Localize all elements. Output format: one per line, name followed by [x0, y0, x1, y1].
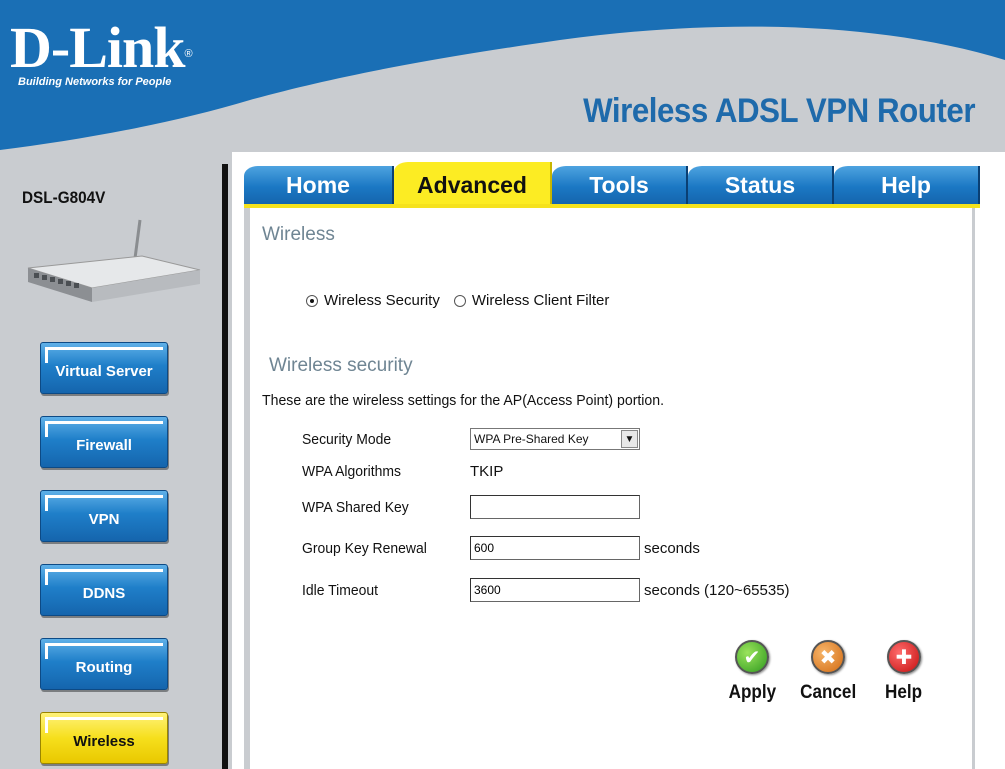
sidebar-item-label: Wireless: [73, 733, 135, 750]
tab-label: Advanced: [417, 172, 527, 198]
description-text: These are the wireless settings for the …: [262, 392, 665, 409]
tab-label: Home: [286, 172, 350, 198]
security-mode-label: Security Mode: [302, 430, 392, 448]
top-tab-bar: Home Advanced Tools Status Help: [244, 162, 980, 206]
security-mode-value: WPA Pre-Shared Key: [474, 432, 589, 446]
wpa-shared-key-label: WPA Shared Key: [302, 498, 409, 516]
subsection-heading: Wireless security: [269, 355, 413, 376]
group-key-renewal-input[interactable]: [470, 536, 640, 560]
cancel-button[interactable]: ✖ Cancel: [796, 640, 860, 704]
radio-label: Wireless Client Filter: [471, 292, 610, 309]
apply-label: Apply: [728, 682, 776, 703]
radio-label: Wireless Security: [324, 292, 440, 309]
radio-wireless-security[interactable]: Wireless Security: [306, 292, 440, 309]
cancel-label: Cancel: [799, 682, 857, 703]
apply-button[interactable]: ✔ Apply: [720, 640, 784, 704]
action-buttons: ✔ Apply ✖ Cancel ✚ Help: [720, 640, 936, 704]
sidebar: DSL-G804V Virtual Server Firewall VPN DD…: [0, 152, 218, 769]
section-heading: Wireless: [262, 224, 335, 245]
idle-timeout-unit: seconds (120~65535): [644, 581, 790, 599]
idle-timeout-row: Idle Timeout seconds (120~65535): [302, 577, 790, 603]
sidebar-item-ddns[interactable]: DDNS: [40, 564, 168, 616]
sidebar-item-label: DDNS: [82, 585, 126, 602]
group-key-renewal-label: Group Key Renewal: [302, 539, 427, 557]
idle-timeout-label: Idle Timeout: [302, 581, 378, 599]
radio-checked-icon[interactable]: [306, 294, 318, 307]
cancel-x-icon[interactable]: ✖: [811, 640, 845, 674]
group-key-renewal-row: Group Key Renewal seconds: [302, 535, 700, 561]
chevron-down-icon[interactable]: ▼: [621, 430, 638, 448]
sidebar-item-label: VPN: [88, 511, 120, 528]
sidebar-item-routing[interactable]: Routing: [40, 638, 168, 690]
wpa-shared-key-input[interactable]: [470, 495, 640, 519]
group-key-renewal-unit: seconds: [644, 539, 700, 557]
sidebar-item-firewall[interactable]: Firewall: [40, 416, 168, 468]
tab-label: Help: [881, 172, 931, 198]
main-content: Wireless Wireless Security Wireless Clie…: [250, 208, 975, 769]
tab-status[interactable]: Status: [688, 166, 834, 204]
header-banner: D-Link® Building Networks for People Wir…: [0, 0, 1005, 152]
tab-home[interactable]: Home: [244, 166, 394, 204]
wireless-mode-radio-group: Wireless Security Wireless Client Filter: [306, 292, 609, 309]
radio-unchecked-icon[interactable]: [453, 294, 466, 307]
radio-wireless-client-filter[interactable]: Wireless Client Filter: [453, 292, 610, 309]
tab-help[interactable]: Help: [834, 166, 980, 204]
sidebar-item-virtual-server[interactable]: Virtual Server: [40, 342, 168, 394]
sidebar-divider: [218, 152, 232, 769]
sidebar-item-label: Virtual Server: [55, 363, 153, 380]
idle-timeout-input[interactable]: [470, 578, 640, 602]
tab-label: Tools: [589, 172, 649, 198]
dlink-logo: D-Link® Building Networks for People: [10, 18, 210, 108]
tab-advanced[interactable]: Advanced: [394, 162, 552, 206]
security-mode-row: Security Mode WPA Pre-Shared Key ▼: [302, 426, 640, 452]
help-button[interactable]: ✚ Help: [872, 640, 936, 704]
help-label: Help: [885, 682, 923, 703]
wpa-algorithms-row: WPA Algorithms TKIP: [302, 458, 503, 484]
security-mode-select[interactable]: WPA Pre-Shared Key ▼: [470, 428, 640, 450]
sidebar-item-label: Firewall: [76, 437, 132, 454]
check-icon[interactable]: ✔: [735, 640, 769, 674]
sidebar-item-vpn[interactable]: VPN: [40, 490, 168, 542]
tab-label: Status: [724, 172, 796, 198]
tab-tools[interactable]: Tools: [552, 166, 688, 204]
help-plus-icon[interactable]: ✚: [887, 640, 921, 674]
wpa-algorithms-value: TKIP: [470, 462, 504, 480]
sidebar-item-wireless[interactable]: Wireless: [40, 712, 168, 764]
wpa-algorithms-label: WPA Algorithms: [302, 462, 401, 480]
sidebar-item-label: Routing: [75, 659, 133, 676]
model-name: DSL-G804V: [22, 188, 106, 207]
wpa-shared-key-row: WPA Shared Key: [302, 494, 640, 520]
logo-wordmark: D-Link®: [10, 15, 193, 80]
product-title: Wireless ADSL VPN Router: [583, 92, 975, 130]
router-image: [27, 219, 201, 302]
